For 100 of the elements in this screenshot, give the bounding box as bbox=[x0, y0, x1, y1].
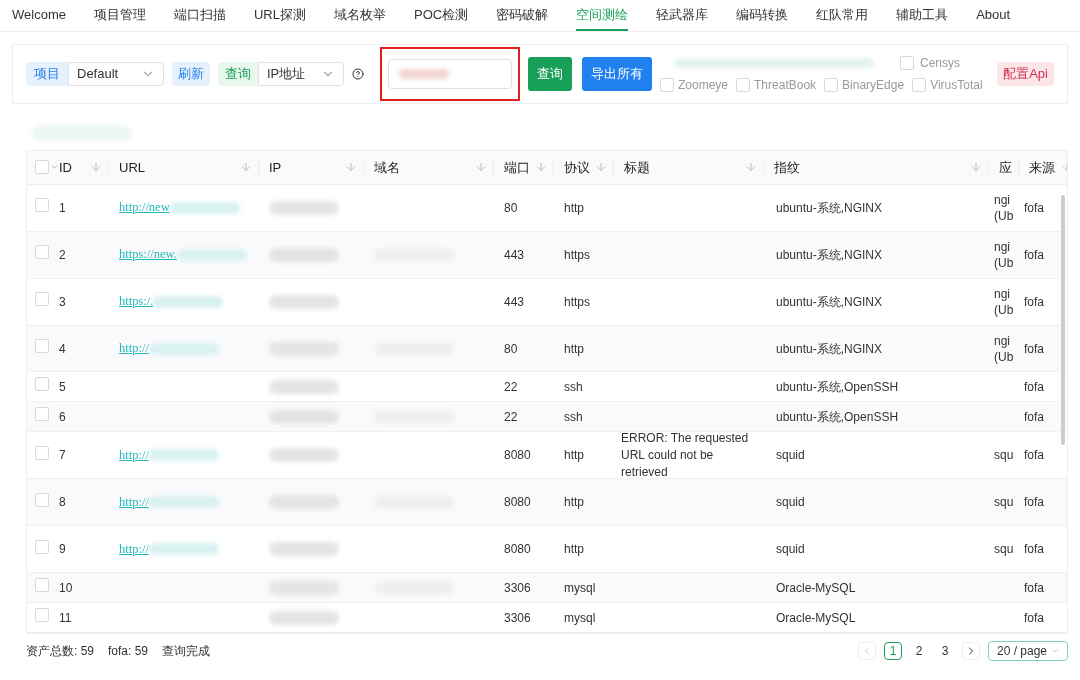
table-cell: 3 bbox=[59, 294, 66, 309]
sort-icon[interactable] bbox=[90, 161, 102, 174]
redaction-mark bbox=[153, 295, 224, 308]
nav-tab[interactable]: 编码转换 bbox=[736, 0, 789, 31]
table-cell: 8080 bbox=[504, 542, 531, 557]
column-header[interactable]: 标题 bbox=[624, 157, 650, 178]
nav-tab[interactable]: 域名枚举 bbox=[333, 0, 386, 31]
table-cell: 80 bbox=[504, 341, 518, 356]
table-cell: ubuntu-系统,OpenSSH bbox=[776, 409, 899, 424]
sort-icon[interactable] bbox=[970, 161, 982, 174]
nav-tab[interactable]: 项目管理 bbox=[93, 0, 146, 31]
table-cell: https bbox=[564, 247, 590, 262]
table-cell: 443 bbox=[504, 294, 525, 309]
sort-icon[interactable] bbox=[240, 161, 252, 174]
table-cell: ssh bbox=[564, 409, 583, 424]
column-header[interactable]: ID bbox=[59, 157, 72, 178]
previous-page-button[interactable] bbox=[858, 642, 876, 660]
nav-tab[interactable]: 端口扫描 bbox=[173, 0, 226, 31]
table-cell: fofa bbox=[1024, 610, 1044, 625]
checkbox[interactable] bbox=[660, 78, 674, 92]
nav-tab[interactable]: 红队常用 bbox=[816, 0, 869, 31]
checkbox[interactable] bbox=[35, 539, 49, 554]
checkbox[interactable] bbox=[35, 198, 49, 213]
table-cell: fofa bbox=[1024, 409, 1044, 424]
table-cell: fofa bbox=[1024, 200, 1044, 215]
redaction-mark bbox=[169, 201, 240, 214]
redaction-mark bbox=[148, 449, 219, 462]
table-cell: fofa bbox=[1024, 341, 1044, 356]
page-button[interactable]: 1 bbox=[884, 642, 902, 660]
redaction-mark bbox=[399, 69, 449, 79]
config-api-button[interactable]: 配置Api bbox=[997, 62, 1054, 86]
checkbox[interactable] bbox=[35, 492, 49, 507]
export-button[interactable]: 导出所有 bbox=[582, 57, 652, 91]
checkbox[interactable] bbox=[35, 160, 49, 175]
sort-icon[interactable] bbox=[345, 161, 357, 174]
checkbox[interactable] bbox=[35, 339, 49, 354]
checkbox[interactable] bbox=[912, 78, 927, 92]
redaction-mark bbox=[148, 342, 219, 355]
table-cell: 1 bbox=[59, 200, 66, 215]
redaction-mark bbox=[269, 495, 339, 510]
table-cell: fofa bbox=[1024, 542, 1044, 557]
table-cell: fofa bbox=[1024, 379, 1044, 394]
column-header[interactable]: 来源 bbox=[1029, 157, 1055, 178]
nav-tab[interactable]: 辅助工具 bbox=[896, 0, 949, 31]
table-cell: squid bbox=[776, 448, 805, 463]
nav-tab[interactable]: POC检测 bbox=[413, 0, 469, 31]
checkbox[interactable] bbox=[824, 78, 839, 92]
search-field[interactable] bbox=[388, 59, 512, 89]
table-cell: 8080 bbox=[504, 495, 531, 510]
checkbox[interactable] bbox=[35, 578, 49, 593]
nav-tab[interactable]: Welcome bbox=[12, 0, 66, 31]
redaction-mark bbox=[269, 448, 339, 463]
nav-tab[interactable]: URL探测 bbox=[253, 0, 306, 31]
checkbox[interactable] bbox=[35, 377, 49, 392]
column-header[interactable]: 协议 bbox=[564, 157, 590, 178]
query-type-select[interactable]: IP地址 bbox=[258, 62, 344, 86]
checkbox[interactable] bbox=[35, 407, 49, 422]
refresh-button[interactable]: 刷新 bbox=[172, 62, 210, 86]
project-select[interactable]: Default bbox=[68, 62, 164, 86]
nav-tab[interactable]: 空间测绘 bbox=[576, 0, 629, 31]
page-size-select[interactable]: 20 / page bbox=[988, 641, 1068, 661]
sort-icon[interactable] bbox=[745, 161, 757, 174]
table-cell: ubuntu-系统,OpenSSH bbox=[776, 379, 899, 394]
table-cell: http bbox=[564, 200, 584, 215]
nav-tab[interactable]: 密码破解 bbox=[496, 0, 549, 31]
redaction-mark bbox=[269, 409, 339, 424]
sort-icon[interactable] bbox=[595, 161, 607, 174]
checkbox[interactable] bbox=[35, 445, 49, 460]
column-header[interactable]: URL bbox=[119, 157, 145, 178]
nav-tab[interactable]: 轻武器库 bbox=[656, 0, 709, 31]
table-cell: 2 bbox=[59, 247, 66, 262]
column-header[interactable]: 端口 bbox=[504, 157, 530, 178]
table-cell: ngi (Ub bbox=[994, 333, 1014, 364]
page-button[interactable]: 2 bbox=[910, 642, 928, 660]
checkbox[interactable] bbox=[35, 608, 49, 623]
column-header[interactable]: IP bbox=[269, 157, 282, 178]
column-header[interactable]: 应 bbox=[999, 157, 1012, 178]
checkbox[interactable] bbox=[900, 56, 914, 70]
redaction-mark bbox=[269, 341, 339, 356]
redaction-mark bbox=[148, 543, 219, 556]
checkbox[interactable] bbox=[35, 292, 49, 307]
checkbox[interactable] bbox=[736, 78, 751, 92]
column-header[interactable]: 域名 bbox=[374, 157, 400, 178]
table-cell: 3306 bbox=[504, 580, 531, 595]
help-icon[interactable] bbox=[352, 68, 364, 80]
redaction-mark bbox=[269, 580, 339, 595]
checkbox[interactable] bbox=[35, 245, 49, 260]
nav-tab[interactable]: About bbox=[976, 0, 1011, 31]
table-cell: 4 bbox=[59, 341, 66, 356]
sort-icon[interactable] bbox=[535, 161, 547, 174]
column-header[interactable]: 指纹 bbox=[774, 157, 800, 178]
table-cell: ubuntu-系统,NGINX bbox=[776, 200, 883, 215]
table-cell: 10 bbox=[59, 580, 73, 595]
scrollbar[interactable] bbox=[1061, 195, 1065, 445]
table-cell: ngi (Ub bbox=[994, 192, 1014, 223]
page-button[interactable]: 3 bbox=[936, 642, 954, 660]
sort-icon[interactable] bbox=[475, 161, 487, 174]
table-cell: mysql bbox=[564, 580, 596, 595]
project-label: 项目 bbox=[26, 62, 68, 86]
next-page-button[interactable] bbox=[962, 642, 980, 660]
